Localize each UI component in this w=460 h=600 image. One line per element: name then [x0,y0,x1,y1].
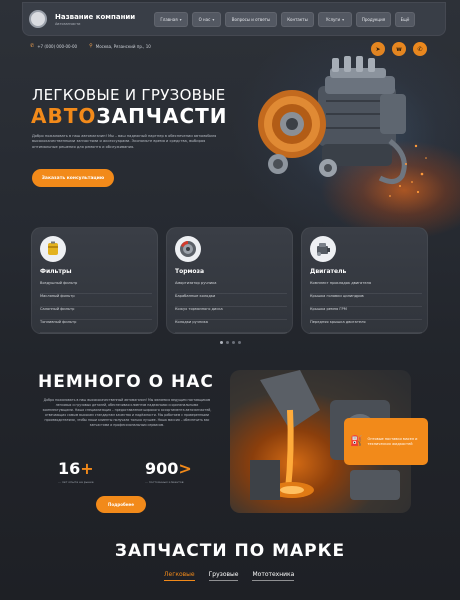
hero-title-rest: ЗАПЧАСТИ [96,104,228,128]
brands-title: ЗАПЧАСТИ ПО МАРКЕ [114,541,346,561]
card-item[interactable]: Комплект прокладок двигателя [310,281,422,294]
oil-supply-card[interactable]: ⛽ Оптовые поставки масел и технических ж… [344,418,428,465]
tab-moto[interactable]: Мототехника [252,571,295,581]
more-button[interactable]: Подробнее [96,496,146,513]
stat-label: ... постоянных клиентов [145,480,184,484]
stat-label: ... лет опыта на рынке [58,480,94,484]
card-item-list: Комплект прокладок двигателя Крышка голо… [310,281,422,333]
stat-clients: 900> ... постоянных клиентов [145,459,192,484]
stat-number: 900> [145,459,192,478]
category-card-filters[interactable]: Фильтры Воздушный фильтр Масляный фильтр… [31,227,158,334]
card-item[interactable]: Салонный фильтр [40,307,152,320]
stat-value: 900 [145,459,179,478]
oil-card-text: Оптовые поставки масел и технических жид… [367,436,418,446]
card-item[interactable]: Крышка ремня ГРМ [310,307,422,320]
carousel-dot[interactable] [232,341,235,344]
nav-contacts[interactable]: Контакты [281,11,314,27]
oil-can-icon: ⛽ [350,436,363,447]
carousel-dot[interactable] [220,341,223,344]
card-item[interactable]: Колодки ручника [175,320,287,333]
card-title: Тормоза [175,268,205,275]
card-item[interactable]: Кожух тормозного диска [175,307,287,320]
engine-icon [310,236,336,262]
brake-disc-icon [175,236,201,262]
nav-label: Ещё [400,16,410,22]
brand-tabs: Легковые Грузовые Мототехника [164,571,295,581]
nav-about[interactable]: О нас ▾ [192,11,221,27]
nav-label: Контакты [287,16,308,22]
category-card-engine[interactable]: Двигатель Комплект прокладок двигателя К… [301,227,428,334]
chevron-down-icon: ▾ [212,16,215,22]
hero-title-accent: АВТО [31,104,97,128]
nav-label: Вопросы и ответы [231,16,271,22]
card-item[interactable]: Топливный фильтр [40,320,152,333]
oil-filter-icon [40,236,66,262]
contacts-bar: ✆ +7 (000) 000-00-00 ⚲ Москва, Рязанский п… [30,43,151,49]
card-title: Двигатель [310,268,347,275]
company-name: Название компании [55,12,136,21]
carousel-dot[interactable] [226,341,229,344]
nav-more[interactable]: Ещё [395,11,415,27]
about-title: НЕМНОГО О НАС [38,372,214,392]
carousel-dots [220,341,241,344]
header-bar: Название компании Автозапчасти Главная ▾ … [22,2,446,36]
engine-image [258,56,427,197]
nav-services[interactable]: Услуги ▾ [318,11,352,27]
phone-icon: ✆ [30,43,35,49]
stat-number: 16+ [58,459,94,478]
card-item[interactable]: Барабанные колодки [175,294,287,307]
consultation-button[interactable]: Заказать консультацию [32,169,114,187]
tab-passenger[interactable]: Легковые [164,571,195,581]
nav-label: О нас [198,16,211,22]
card-item-list: Воздушный фильтр Масляный фильтр Салонны… [40,281,152,333]
nav-label: Продукция [361,16,386,22]
card-item-list: Амортизатор ручника Барабанные колодки К… [175,281,287,333]
nav-home[interactable]: Главная ▾ [154,11,188,27]
nav-products[interactable]: Продукция [356,11,391,27]
card-item[interactable]: Амортизатор ручника [175,281,287,294]
phone-text: +7 (000) 000-00-00 [37,43,78,49]
stat-suffix: > [178,459,192,478]
card-item[interactable]: Передняя крышка двигателя [310,320,422,333]
brand-block[interactable]: Название компании Автозапчасти [55,13,150,26]
chevron-down-icon: ▾ [179,16,182,22]
hero-title-line2: АВТОЗАПЧАСТИ [31,104,228,128]
stat-suffix: + [80,459,94,478]
nav-label: Услуги [325,16,341,22]
stat-years: 16+ ... лет опыта на рынке [58,459,94,484]
stat-value: 16 [58,459,81,478]
carousel-dot[interactable] [238,341,241,344]
nav-label: Главная [160,16,178,22]
address-link[interactable]: ⚲ Москва, Рязанский пр., 10 [89,43,151,49]
card-item[interactable]: Воздушный фильтр [40,281,152,294]
page: Название компании Автозапчасти Главная ▾ … [0,0,460,600]
address-text: Москва, Рязанский пр., 10 [95,43,151,49]
chevron-down-icon: ▾ [342,16,345,22]
company-subtitle: Автозапчасти [55,21,81,26]
main-nav: Главная ▾ О нас ▾ Вопросы и ответы Контакт… [154,11,415,27]
hero-description: Добро пожаловать в наш автомагазин! Мы –… [32,134,217,149]
card-title: Фильтры [40,268,72,275]
card-item[interactable]: Масляный фильтр [40,294,152,307]
phone-link[interactable]: ✆ +7 (000) 000-00-00 [30,43,77,49]
about-text: Добро пожаловать в наш высококачественны… [42,398,212,427]
nav-faq[interactable]: Вопросы и ответы [225,11,277,27]
hero-title-line1: ЛЕГКОВЫЕ И ГРУЗОВЫЕ [32,86,226,104]
location-pin-icon: ⚲ [89,43,93,49]
card-item[interactable]: Крышка головки цилиндров [310,294,422,307]
category-card-brakes[interactable]: Тормоза Амортизатор ручника Барабанные к… [166,227,293,334]
company-logo[interactable] [29,10,47,28]
tab-trucks[interactable]: Грузовые [208,571,239,581]
